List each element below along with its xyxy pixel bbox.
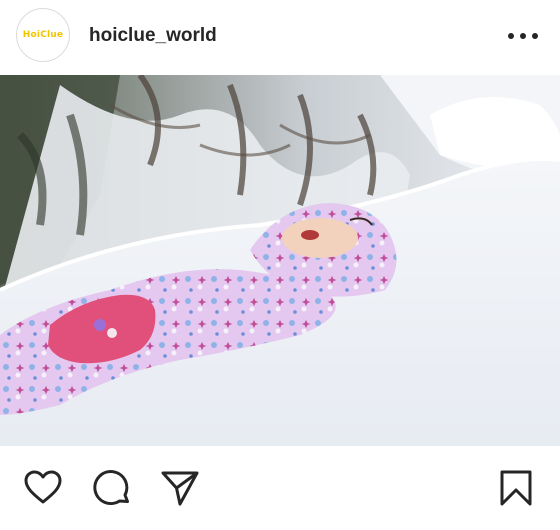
avatar-logo-text: HoiClue [22, 30, 64, 40]
username-link[interactable]: hoiclue_world [89, 25, 217, 47]
more-dot [532, 33, 538, 39]
more-options-icon[interactable] [508, 26, 538, 46]
post-actions [0, 446, 560, 530]
bookmark-icon[interactable] [496, 468, 536, 508]
paper-plane-icon[interactable] [160, 468, 200, 508]
post-header: HoiClue hoiclue_world [0, 0, 560, 75]
more-dot [520, 33, 526, 39]
comment-icon[interactable] [92, 468, 132, 508]
heart-icon[interactable] [23, 468, 63, 508]
avatar[interactable]: HoiClue [16, 8, 70, 62]
more-dot [508, 33, 514, 39]
post-photo[interactable] [0, 75, 560, 446]
